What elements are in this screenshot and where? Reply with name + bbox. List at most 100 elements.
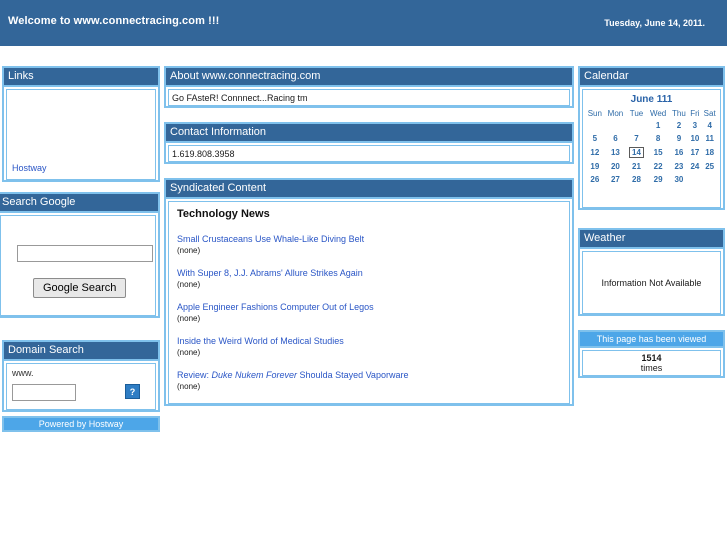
news-item-link[interactable]: Review: Duke Nukem Forever Shoulda Staye… [177,370,561,380]
technology-news-subtitle: Technology News [177,208,270,220]
page-view-count: 1514 [641,353,662,363]
contact-panel-body: 1.619.808.3958 [168,145,570,162]
calendar-day[interactable]: 16 [669,145,688,160]
news-item-link[interactable]: Inside the Weird World of Medical Studie… [177,336,561,346]
calendar-day[interactable]: 23 [669,160,688,173]
news-item-description: (none) [177,382,201,391]
calendar-month-title: June 111 [630,94,673,105]
links-panel-heading: Links [4,68,158,87]
about-text: Go FAsteR! Connnect...Racing tm [172,93,308,103]
weather-status-text: Information Not Available [601,278,702,288]
calendar-day[interactable]: 29 [647,173,670,186]
calendar-day[interactable]: 1 [647,119,670,132]
page-view-counter-heading: This page has been viewed [580,332,723,348]
weather-panel: Weather Information Not Available [578,228,725,316]
calendar-day-empty [626,119,647,132]
weather-body: Information Not Available [582,251,721,314]
calendar-day[interactable]: 3 [688,119,701,132]
calendar-panel: Calendar June 111 Sun Mon Tue Wed Thu Fri Sat … [578,66,725,210]
calendar-day[interactable]: 15 [647,145,670,160]
calendar-day[interactable]: 9 [669,132,688,145]
calendar-day[interactable]: 6 [605,132,627,145]
news-item-description: (none) [177,314,201,323]
calendar-weekday: Sat [703,109,716,118]
banner-date: Tuesday, June 14, 2011. [604,18,705,28]
calendar-day[interactable]: 11 [701,132,718,145]
calendar-day[interactable]: 30 [669,173,688,186]
calendar-day-empty [701,173,718,186]
calendar-weekday: Thu [672,109,686,118]
contact-information-panel: Contact Information 1.619.808.3958 [164,122,574,164]
calendar-day-empty [688,173,701,186]
calendar-day[interactable]: 26 [585,173,605,186]
news-item-link[interactable]: Apple Engineer Fashions Computer Out of … [177,302,561,312]
news-item-description: (none) [177,348,201,357]
calendar-day[interactable]: 12 [585,145,605,160]
calendar-day[interactable]: 10 [688,132,701,145]
calendar-day-empty [585,119,605,132]
news-item-link[interactable]: With Super 8, J.J. Abrams' Allure Strike… [177,268,561,278]
domain-search-heading: Domain Search [4,342,158,361]
syndicated-content-heading: Syndicated Content [166,180,572,199]
domain-search-input[interactable] [12,384,76,401]
search-google-heading: Search Google [0,194,158,213]
calendar-body: June 111 Sun Mon Tue Wed Thu Fri Sat 123456789… [582,89,721,208]
domain-search-panel: Domain Search www. ? [2,340,160,412]
powered-by-hostway-footer[interactable]: Powered by Hostway [2,416,160,432]
calendar-day-today[interactable]: 14 [626,145,647,160]
news-item: With Super 8, J.J. Abrams' Allure Strike… [177,268,561,289]
news-list: Small Crustaceans Use Whale-Like Diving … [177,234,561,391]
calendar-day[interactable]: 8 [647,132,670,145]
calendar-day[interactable]: 20 [605,160,627,173]
page-view-count-label: times [640,363,663,373]
syndicated-content-body: Technology News Small Crustaceans Use Wh… [168,201,570,404]
page-banner: Welcome to www.connectracing.com !!! Tue… [0,0,727,46]
calendar-week-row: 19 20 21 22 23 24 25 [585,160,718,173]
google-search-input[interactable] [17,245,153,262]
calendar-day[interactable]: 17 [688,145,701,160]
calendar-weekday: Sun [587,109,602,118]
calendar-day[interactable]: 4 [701,119,718,132]
calendar-weekday-row: Sun Mon Tue Wed Thu Fri Sat [585,108,718,119]
calendar-day[interactable]: 22 [647,160,670,173]
calendar-day[interactable]: 28 [626,173,647,186]
page-view-counter-body: 1514 times [582,350,721,376]
calendar-grid: Sun Mon Tue Wed Thu Fri Sat 1 2 3 4 5 6 7 8 9 10 11 12 13 1… [585,108,718,186]
calendar-day[interactable]: 25 [701,160,718,173]
about-panel-body: Go FAsteR! Connnect...Racing tm [168,89,570,106]
calendar-day[interactable]: 7 [626,132,647,145]
links-panel: Links Hostway [2,66,160,182]
news-item: Review: Duke Nukem Forever Shoulda Staye… [177,370,561,391]
news-item-description: (none) [177,280,201,289]
about-panel-heading: About www.connectracing.com [166,68,572,87]
calendar-day[interactable]: 5 [585,132,605,145]
news-item: Apple Engineer Fashions Computer Out of … [177,302,561,323]
syndicated-content-panel: Syndicated Content Technology News Small… [164,178,574,406]
calendar-day[interactable]: 24 [688,160,701,173]
news-item-description: (none) [177,246,201,255]
calendar-day[interactable]: 27 [605,173,627,186]
calendar-heading: Calendar [580,68,723,87]
calendar-week-row: 26 27 28 29 30 [585,173,718,186]
calendar-day[interactable]: 21 [626,160,647,173]
news-item-title-emphasis: Duke Nukem Forever [211,370,298,380]
calendar-day[interactable]: 18 [701,145,718,160]
about-panel: About www.connectracing.com Go FAsteR! C… [164,66,574,108]
news-item: Inside the Weird World of Medical Studie… [177,336,561,357]
weather-heading: Weather [580,230,723,249]
links-panel-body: Hostway [6,89,156,180]
contact-panel-heading: Contact Information [166,124,572,143]
search-google-body: Google Search [0,215,156,316]
calendar-weekday: Fri [690,109,700,118]
news-item: Small Crustaceans Use Whale-Like Diving … [177,234,561,255]
news-item-link[interactable]: Small Crustaceans Use Whale-Like Diving … [177,234,561,244]
broken-image-icon[interactable]: ? [125,384,140,399]
calendar-day[interactable]: 19 [585,160,605,173]
google-search-button[interactable]: Google Search [33,278,127,298]
contact-phone-number: 1.619.808.3958 [172,149,235,159]
link-hostway[interactable]: Hostway [12,163,47,173]
calendar-weekday: Mon [607,109,624,118]
calendar-weekday: Wed [649,109,667,118]
calendar-day[interactable]: 2 [669,119,688,132]
calendar-day[interactable]: 13 [605,145,627,160]
